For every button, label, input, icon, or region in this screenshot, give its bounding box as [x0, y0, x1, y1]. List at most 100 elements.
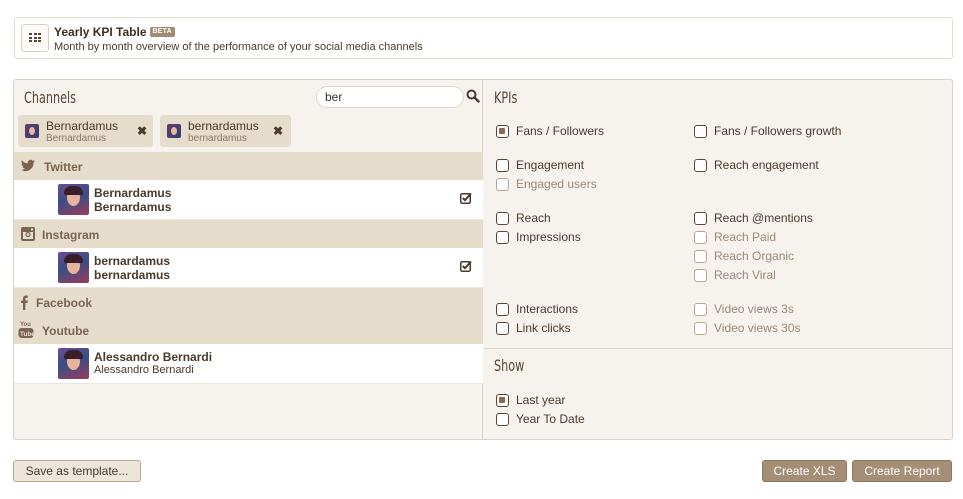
kpi-option[interactable]: Reach @mentions [694, 211, 813, 225]
kpi-option: Video views 30s [694, 321, 801, 335]
show-option-label: Last year [516, 393, 566, 407]
kpi-label: Fans / Followers [516, 124, 605, 138]
network-row-instagram[interactable]: Instagram [14, 220, 483, 248]
tag-handle: bernardamus [188, 133, 247, 144]
channels-title: Channels [24, 88, 76, 107]
channels-panel: Channels Bernardamus Bernardamus ✖ berna… [14, 80, 483, 439]
kpi-label: Video views 3s [714, 302, 794, 316]
kpi-option[interactable]: Interactions [496, 302, 578, 316]
svg-text:You: You [20, 322, 31, 328]
account-handle: Alessandro Bernardi [94, 364, 194, 376]
account-handle: Bernardamus [94, 200, 172, 214]
search-icon[interactable] [466, 89, 480, 103]
kpi-option[interactable]: Reach engagement [694, 158, 819, 172]
divider [484, 348, 952, 349]
instagram-icon [21, 227, 35, 241]
svg-text:Tube: Tube [20, 331, 34, 338]
checkbox[interactable] [496, 158, 509, 172]
page-title-text: Yearly KPI Table [54, 25, 147, 39]
account-row[interactable]: Bernardamus Bernardamus [14, 180, 483, 220]
kpi-label: Reach Organic [714, 249, 795, 263]
create-xls-button[interactable]: Create XLS [762, 460, 847, 482]
kpi-option[interactable]: Reach [496, 211, 551, 225]
checkbox[interactable] [694, 211, 707, 225]
kpi-label: Fans / Followers growth [714, 124, 842, 138]
avatar [58, 184, 89, 215]
checkbox[interactable] [496, 302, 509, 316]
kpi-label: Engagement [516, 158, 585, 172]
account-row[interactable]: bernardamus bernardamus [14, 248, 483, 288]
beta-badge: BETA [149, 27, 175, 37]
kpi-label: Reach @mentions [714, 211, 813, 225]
youtube-icon: You Tube [18, 322, 34, 338]
checkbox[interactable] [496, 211, 509, 225]
show-title: Show [494, 356, 525, 375]
selected-channel-tag: bernardamus bernardamus ✖ [160, 115, 291, 147]
kpi-label: Interactions [516, 302, 579, 316]
kpi-label: Link clicks [516, 321, 571, 335]
checkbox[interactable] [694, 124, 707, 138]
checkbox [694, 302, 707, 316]
show-option-label: Year To Date [516, 412, 585, 426]
kpi-option: Engaged users [496, 177, 597, 191]
kpi-option: Reach Organic [694, 249, 794, 263]
kpi-option[interactable]: Impressions [496, 230, 581, 244]
network-label: Facebook [36, 296, 93, 310]
checkbox[interactable] [496, 321, 509, 335]
checkbox [694, 268, 707, 282]
kpi-option: Reach Viral [694, 268, 776, 282]
create-report-button[interactable]: Create Report [852, 460, 952, 482]
show-option-last-year[interactable]: Last year [496, 393, 565, 407]
tag-name: bernardamus [188, 119, 259, 133]
report-header: Yearly KPI Table BETA Month by month ove… [14, 17, 953, 59]
kpi-table-panel: Channels Bernardamus Bernardamus ✖ berna… [13, 79, 953, 440]
facebook-icon [21, 295, 28, 310]
grid-icon[interactable] [21, 24, 49, 52]
account-handle: bernardamus [94, 268, 171, 282]
avatar [58, 252, 89, 283]
checkbox[interactable] [496, 412, 509, 426]
kpi-option: Reach Paid [694, 230, 776, 244]
page-subtitle: Month by month overview of the performan… [54, 41, 423, 53]
checkbox[interactable] [496, 230, 509, 244]
kpi-option[interactable]: Fans / Followers [496, 124, 604, 138]
checkbox [694, 230, 707, 244]
tag-name: Bernardamus [46, 119, 119, 133]
kpis-panel: KPIs Fans / Followers Fans / Followers g… [484, 80, 952, 439]
kpi-option[interactable]: Link clicks [496, 321, 571, 335]
checkbox [694, 321, 707, 335]
checkbox-checked-icon[interactable] [460, 260, 472, 272]
network-row-youtube[interactable]: You Tube Youtube [14, 316, 483, 344]
checkbox[interactable] [496, 124, 509, 138]
network-label: Youtube [42, 324, 90, 338]
kpi-label: Video views 30s [714, 321, 801, 335]
kpis-title: KPIs [494, 88, 518, 107]
checkbox [694, 249, 707, 263]
kpi-label: Reach Viral [714, 268, 776, 282]
network-row-twitter[interactable]: Twitter [14, 152, 483, 180]
checkbox[interactable] [496, 393, 509, 407]
channel-search-input[interactable] [316, 86, 464, 108]
tag-handle: Bernardamus [46, 133, 107, 144]
network-label: Instagram [42, 228, 100, 242]
account-name: Bernardamus [94, 186, 172, 200]
remove-tag-icon[interactable]: ✖ [273, 124, 283, 138]
checkbox[interactable] [694, 158, 707, 172]
avatar [25, 124, 39, 138]
kpi-label: Impressions [516, 230, 581, 244]
kpi-label: Engaged users [516, 177, 597, 191]
avatar [58, 348, 89, 379]
account-name: bernardamus [94, 254, 171, 268]
kpi-label: Reach engagement [714, 158, 819, 172]
show-option-year-to-date[interactable]: Year To Date [496, 412, 585, 426]
page-title: Yearly KPI Table BETA [54, 25, 175, 39]
remove-tag-icon[interactable]: ✖ [137, 124, 147, 138]
network-row-facebook[interactable]: Facebook [14, 288, 483, 316]
checkbox [496, 177, 509, 191]
save-as-template-button[interactable]: Save as template... [13, 460, 141, 482]
kpi-option[interactable]: Engagement [496, 158, 584, 172]
checkbox-checked-icon[interactable] [460, 192, 472, 204]
selected-channel-tag: Bernardamus Bernardamus ✖ [18, 115, 153, 147]
account-row[interactable]: Alessandro Bernardi Alessandro Bernardi [14, 344, 483, 384]
kpi-option[interactable]: Fans / Followers growth [694, 124, 841, 138]
